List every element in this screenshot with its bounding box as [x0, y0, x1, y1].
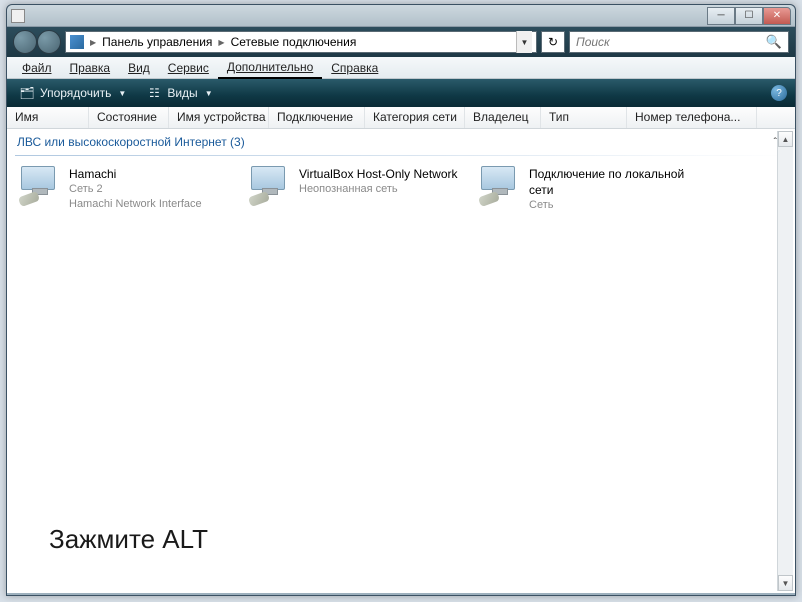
chevron-down-icon: ▼ — [118, 89, 126, 98]
breadcrumb-root[interactable]: Панель управления — [102, 35, 212, 49]
column-header[interactable]: Категория сети — [365, 107, 465, 128]
nav-buttons — [13, 30, 61, 54]
item-text: Hamachi Сеть 2 Hamachi Network Interface — [69, 166, 202, 212]
column-header[interactable]: Подключение — [269, 107, 365, 128]
titlebar[interactable]: ─ ☐ ✕ — [7, 5, 795, 27]
menu-tools[interactable]: Сервис — [159, 58, 218, 78]
breadcrumb-sep-icon: ▶ — [90, 38, 96, 47]
column-header[interactable]: Номер телефона... — [627, 107, 757, 128]
column-header[interactable]: Состояние — [89, 107, 169, 128]
search-input[interactable] — [576, 35, 766, 49]
scroll-down-button[interactable]: ▼ — [778, 575, 793, 591]
search-icon[interactable]: 🔍 — [766, 34, 782, 50]
views-label: Виды — [167, 86, 197, 100]
group-label: ЛВС или высокоскоростной Интернет (3) — [17, 135, 245, 149]
minimize-button[interactable]: ─ — [707, 7, 735, 25]
maximize-button[interactable]: ☐ — [735, 7, 763, 25]
chevron-down-icon: ▼ — [205, 89, 213, 98]
views-icon: ☷ — [146, 85, 162, 101]
connection-item[interactable]: VirtualBox Host-Only Network Неопознанна… — [245, 162, 475, 217]
command-bar: 🗂 Упорядочить ▼ ☷ Виды ▼ ? — [7, 79, 795, 107]
help-button[interactable]: ? — [771, 85, 787, 101]
group-header[interactable]: ЛВС или высокоскоростной Интернет (3) ˆ — [7, 129, 795, 155]
group-divider — [15, 155, 787, 156]
content-area: ЛВС или высокоскоростной Интернет (3) ˆ … — [7, 129, 795, 593]
organize-button[interactable]: 🗂 Упорядочить ▼ — [15, 83, 130, 103]
close-button[interactable]: ✕ — [763, 7, 791, 25]
column-headers: ИмяСостояниеИмя устройстваПодключениеКат… — [7, 107, 795, 129]
menubar: Файл Правка Вид Сервис Дополнительно Спр… — [7, 57, 795, 79]
column-header[interactable]: Тип — [541, 107, 627, 128]
item-status: Сеть 2 — [69, 182, 202, 197]
items-container: Hamachi Сеть 2 Hamachi Network Interface… — [7, 160, 795, 219]
menu-help[interactable]: Справка — [322, 58, 387, 78]
connection-item[interactable]: Hamachi Сеть 2 Hamachi Network Interface — [15, 162, 245, 217]
vertical-scrollbar[interactable]: ▲ ▼ — [777, 131, 793, 591]
menu-advanced[interactable]: Дополнительно — [218, 57, 322, 79]
column-header[interactable]: Владелец — [465, 107, 541, 128]
address-dropdown[interactable]: ▼ — [516, 31, 532, 53]
connection-item[interactable]: Подключение по локальной сети Сеть — [475, 162, 705, 217]
back-button[interactable] — [13, 30, 37, 54]
search-field[interactable]: 🔍 — [569, 31, 789, 53]
overlay-instruction: Зажмите ALT — [43, 518, 218, 565]
menu-file[interactable]: Файл — [13, 58, 61, 78]
location-icon — [70, 35, 84, 49]
item-status: Неопознанная сеть — [299, 182, 458, 197]
network-adapter-icon — [481, 166, 521, 202]
breadcrumb-sep-icon: ▶ — [218, 38, 224, 47]
menu-edit[interactable]: Правка — [61, 58, 120, 78]
address-field[interactable]: ▶ Панель управления ▶ Сетевые подключени… — [65, 31, 537, 53]
explorer-window: ─ ☐ ✕ ▶ Панель управления ▶ Сетевые подк… — [6, 4, 796, 596]
scroll-up-button[interactable]: ▲ — [778, 131, 793, 147]
refresh-button[interactable]: ↻ — [541, 31, 565, 53]
item-name: Hamachi — [69, 166, 202, 182]
window-controls: ─ ☐ ✕ — [707, 7, 791, 25]
item-text: VirtualBox Host-Only Network Неопознанна… — [299, 166, 458, 197]
organize-label: Упорядочить — [40, 86, 111, 100]
column-header[interactable]: Имя — [7, 107, 89, 128]
item-device: Hamachi Network Interface — [69, 197, 202, 212]
column-header[interactable]: Имя устройства — [169, 107, 269, 128]
network-adapter-icon — [251, 166, 291, 202]
menu-view[interactable]: Вид — [119, 58, 159, 78]
views-button[interactable]: ☷ Виды ▼ — [142, 83, 216, 103]
organize-icon: 🗂 — [19, 85, 35, 101]
item-text: Подключение по локальной сети Сеть — [529, 166, 699, 213]
item-name: VirtualBox Host-Only Network — [299, 166, 458, 182]
forward-button[interactable] — [37, 30, 61, 54]
network-adapter-icon — [21, 166, 61, 202]
item-status: Сеть — [529, 198, 699, 213]
address-bar: ▶ Панель управления ▶ Сетевые подключени… — [7, 27, 795, 57]
window-icon — [11, 9, 25, 23]
breadcrumb-current[interactable]: Сетевые подключения — [231, 35, 357, 49]
item-name: Подключение по локальной сети — [529, 166, 699, 198]
